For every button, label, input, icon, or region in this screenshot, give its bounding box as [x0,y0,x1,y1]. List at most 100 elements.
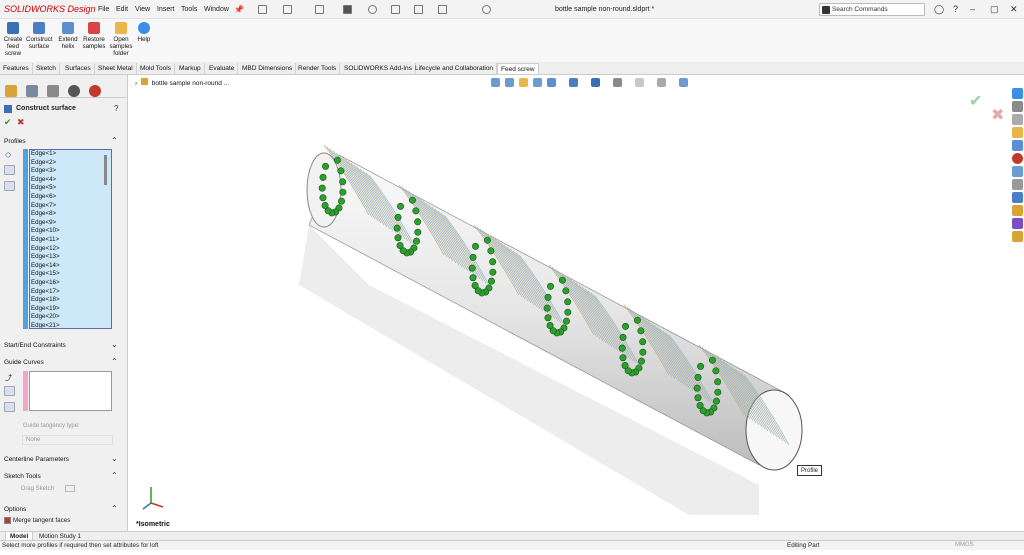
helix-point[interactable] [714,388,722,396]
feature-tree-root[interactable]: › bottle sample non-round ... [135,78,229,87]
zoom-area-icon[interactable] [505,78,514,87]
helix-point[interactable] [622,322,630,330]
graphics-area[interactable]: › bottle sample non-round ... ✔ ✖ [129,75,1024,531]
profile-list-item[interactable]: Edge<11> [30,236,111,245]
pin-icon[interactable]: 📌 [234,5,244,14]
helix-point[interactable] [489,268,497,276]
helix-point[interactable] [694,373,702,381]
helix-point[interactable] [619,354,627,362]
design-library-icon[interactable] [1012,101,1023,112]
display-style-icon[interactable] [591,78,600,87]
helix-point[interactable] [469,253,477,261]
profile-list-item[interactable]: Edge<13> [30,253,111,262]
display-manager-icon[interactable] [89,85,101,97]
chevron-down-icon[interactable]: ⌄ [111,340,118,349]
new-document-icon[interactable] [283,5,292,14]
helix-point[interactable] [547,282,555,290]
section-start-end[interactable]: Start/End Constraints ⌄ [0,340,128,351]
profiles-list[interactable]: Edge<1> Edge<2> Edge<3> Edge<4> Edge<5> Edge<… [29,149,112,329]
tab-sketch[interactable]: Sketch [33,63,60,74]
profile-list-item[interactable]: Edge<5> [30,184,111,193]
helix-point[interactable] [394,213,402,221]
home-icon[interactable] [258,5,267,14]
help-button[interactable]: Help [131,22,157,43]
helix-point[interactable] [339,178,347,186]
move-down-button[interactable] [4,181,15,191]
dynamic-annotation-icon[interactable] [547,78,556,87]
helix-point[interactable] [319,173,327,181]
helix-point[interactable] [694,394,702,402]
profile-list-item[interactable]: Edge<6> [30,193,111,202]
profile-list-item[interactable]: Edge<15> [30,270,111,279]
select-icon[interactable] [391,5,400,14]
guide-curves-list[interactable] [29,371,112,411]
guide-up-button[interactable] [4,386,15,396]
helix-point[interactable] [487,277,495,285]
helix-point[interactable] [487,247,495,255]
helix-point[interactable] [471,281,479,289]
helix-point[interactable] [318,184,326,192]
account-icon[interactable]: ◯ [934,4,944,15]
helix-point[interactable] [639,338,647,346]
helix-point[interactable] [321,201,329,209]
expand-arrow-icon[interactable]: › [135,80,137,87]
chevron-up-icon[interactable]: ⌃ [111,504,118,513]
helix-point[interactable] [489,258,497,266]
helix-point[interactable] [414,228,422,236]
profile-list-item[interactable]: Edge<12> [30,245,111,254]
helix-point[interactable] [544,314,552,322]
helix-point[interactable] [564,298,572,306]
helix-point[interactable] [322,162,330,170]
menu-file[interactable]: File [98,6,109,13]
profile-list-item[interactable]: Edge<21> [30,322,111,328]
profile-list-item[interactable]: Edge<8> [30,210,111,219]
open-icon[interactable] [315,5,324,14]
view-orientation-icon[interactable] [569,78,578,87]
profile-list-item[interactable]: Edge<19> [30,305,111,314]
helix-point[interactable] [472,242,480,250]
undo-icon[interactable] [368,5,377,14]
helix-point[interactable] [546,321,554,329]
helix-point[interactable] [337,197,345,205]
helix-point[interactable] [483,236,491,244]
helix-point[interactable] [618,344,626,352]
section-centerline[interactable]: Centerline Parameters ⌄ [0,454,128,465]
tab-feed-screw[interactable]: Feed screw [497,63,539,74]
section-profiles[interactable]: Profiles ⌃ [0,136,128,147]
view-settings-icon[interactable] [679,78,688,87]
tab-evaluate[interactable]: Evaluate [206,63,239,74]
configuration-manager-icon[interactable] [47,85,59,97]
chevron-down-icon[interactable]: ⌄ [111,454,118,463]
zoom-to-fit-icon[interactable] [491,78,500,87]
helix-point[interactable] [339,188,347,196]
dimxpert-icon[interactable] [68,85,80,97]
helix-point[interactable] [621,361,629,369]
extend-helix-button[interactable]: Extend helix [55,22,81,50]
helix-point[interactable] [564,308,572,316]
feature-manager-icon[interactable] [5,85,17,97]
tab-sheet-metal[interactable]: Sheet Metal [95,63,137,74]
helix-point[interactable] [333,156,341,164]
tab-render-tools[interactable]: Render Tools [295,63,341,74]
helix-point[interactable] [633,316,641,324]
profile-list-item[interactable]: Edge<17> [30,288,111,297]
file-explorer-icon[interactable] [1012,127,1023,138]
move-up-button[interactable] [4,165,15,175]
profiles-scrollbar[interactable] [104,155,107,185]
print-icon[interactable] [343,5,352,14]
menu-window[interactable]: Window [204,6,229,13]
helix-point[interactable] [544,293,552,301]
helix-point[interactable] [639,348,647,356]
ok-icon[interactable]: ✔ [4,117,12,128]
minimize-icon[interactable]: – [970,4,975,14]
helix-point[interactable] [696,401,704,409]
drag-sketch-button[interactable]: Drag Sketch [21,486,54,492]
helix-point[interactable] [637,327,645,335]
merge-tangent-checkbox[interactable] [4,517,11,524]
custom-properties-icon[interactable] [1012,166,1023,177]
profile-list-item[interactable]: Edge<9> [30,219,111,228]
toolbox-icon[interactable] [1012,114,1023,125]
profile-list-item[interactable]: Edge<4> [30,176,111,185]
helix-point[interactable] [712,397,720,405]
helix-point[interactable] [396,241,404,249]
